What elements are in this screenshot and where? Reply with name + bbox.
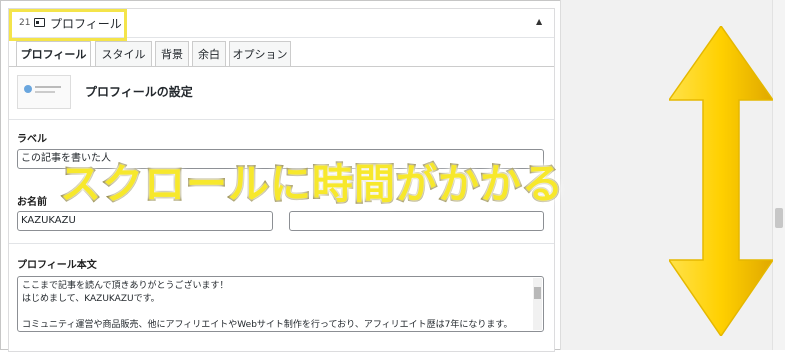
textarea-line: コミュニティ運営や商品販売、他にアフィリエイトやWebサイト制作を行っており、ア… [22, 320, 513, 330]
tab-options[interactable]: オプション [229, 41, 291, 66]
profile-preview-thumbnail [17, 75, 71, 109]
body-field-title: プロフィール本文 [17, 260, 97, 271]
second-input[interactable] [289, 211, 544, 231]
page-scrollbar-thumb[interactable] [775, 208, 783, 228]
tab-background[interactable]: 背景 [155, 41, 189, 66]
settings-title: プロフィールの設定 [85, 85, 193, 99]
tab-spacing[interactable]: 余白 [192, 41, 226, 66]
name-field-title: お名前 [17, 197, 47, 208]
overlay-caption: スクロールに時間がかかる [59, 159, 565, 210]
settings-header: プロフィールの設定 [9, 69, 554, 119]
tab-profile[interactable]: プロフィール [16, 41, 91, 67]
highlight-box [9, 9, 127, 41]
vertical-double-arrow-icon [669, 26, 773, 336]
tab-style[interactable]: スタイル [95, 41, 152, 66]
textarea-line [22, 306, 539, 319]
name-input[interactable]: KAZUKAZU [17, 211, 273, 231]
tabs-divider [9, 66, 554, 67]
section-divider [9, 119, 554, 120]
textarea-line: はじめまして、KAZUKAZUです。 [22, 294, 160, 304]
profile-body-textarea[interactable]: ここまで記事を読んで頂きありがとうございます！ はじめまして、KAZUKAZUで… [17, 276, 544, 332]
page-scrollbar[interactable] [772, 0, 785, 350]
textarea-line: ここまで記事を読んで頂きありがとうございます！ [22, 281, 229, 291]
section-divider [9, 243, 554, 244]
label-field-title: ラベル [17, 134, 47, 145]
textarea-scrollbar-thumb[interactable] [534, 287, 541, 299]
textarea-scrollbar[interactable] [533, 278, 542, 330]
collapse-up-icon[interactable]: ▲ [536, 17, 542, 26]
